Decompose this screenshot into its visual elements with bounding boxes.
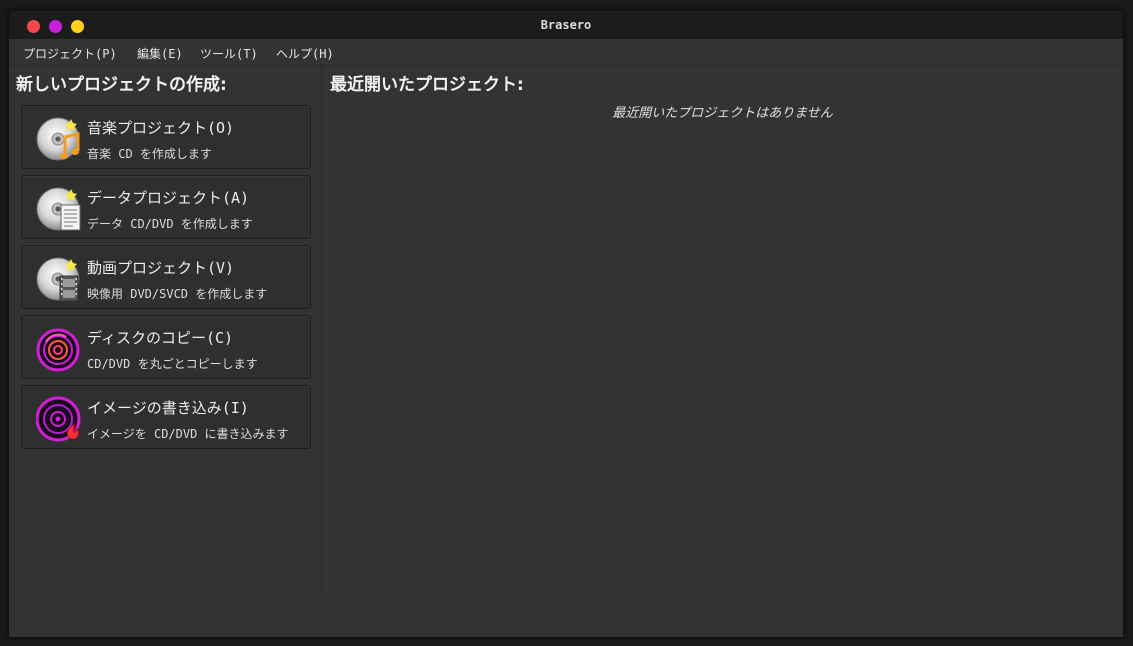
video-project-description: 映像用 DVD/SVCD を作成します	[87, 287, 268, 301]
audio-disc-icon	[36, 117, 80, 161]
data-disc-icon	[36, 187, 81, 231]
disc-copy-description: CD/DVD を丸ごとコピーします	[87, 357, 258, 371]
data-project-button[interactable]: データプロジェクト(A) データ CD/DVD を作成します	[21, 175, 311, 239]
recent-projects-empty-message: 最近開いたプロジェクトはありません	[612, 106, 833, 121]
menu-edit[interactable]: 編集(E)	[137, 45, 183, 62]
burn-image-label: イメージの書き込み(I)	[87, 399, 249, 417]
new-project-heading: 新しいプロジェクトの作成:	[16, 75, 227, 95]
burn-image-description: イメージを CD/DVD に書き込みます	[87, 427, 289, 441]
new-project-pane: 新しいプロジェクトの作成: 音楽プロジェクト(O) 音楽 CD を作成します デ…	[14, 66, 322, 594]
audio-project-label: 音楽プロジェクト(O)	[87, 119, 235, 137]
disc-copy-button[interactable]: ディスクのコピー(C) CD/DVD を丸ごとコピーします	[21, 315, 311, 379]
app-window: Brasero プロジェクト(P) 編集(E) ツール(T) ヘルプ(H) 新し…	[8, 10, 1124, 638]
disc-copy-icon	[36, 328, 80, 372]
window-title: Brasero	[540, 18, 592, 32]
burn-image-button[interactable]: イメージの書き込み(I) イメージを CD/DVD に書き込みます	[21, 385, 311, 449]
titlebar[interactable]: Brasero	[9, 11, 1123, 39]
video-disc-icon	[36, 257, 80, 302]
recent-projects-pane: 最近開いたプロジェクト: 最近開いたプロジェクトはありません	[322, 66, 1123, 634]
data-project-label: データプロジェクト(A)	[87, 189, 250, 207]
image-burn-icon	[36, 396, 81, 442]
disc-copy-label: ディスクのコピー(C)	[87, 329, 234, 347]
audio-project-description: 音楽 CD を作成します	[87, 147, 212, 161]
menu-tools[interactable]: ツール(T)	[200, 45, 258, 62]
recent-projects-heading: 最近開いたプロジェクト:	[330, 75, 524, 95]
audio-project-button[interactable]: 音楽プロジェクト(O) 音楽 CD を作成します	[21, 105, 311, 169]
video-project-button[interactable]: 動画プロジェクト(V) 映像用 DVD/SVCD を作成します	[21, 245, 311, 309]
menu-help[interactable]: ヘルプ(H)	[276, 45, 334, 62]
menubar: プロジェクト(P) 編集(E) ツール(T) ヘルプ(H)	[9, 39, 1123, 66]
data-project-description: データ CD/DVD を作成します	[87, 217, 253, 231]
video-project-label: 動画プロジェクト(V)	[87, 259, 235, 277]
menu-project[interactable]: プロジェクト(P)	[23, 45, 117, 62]
